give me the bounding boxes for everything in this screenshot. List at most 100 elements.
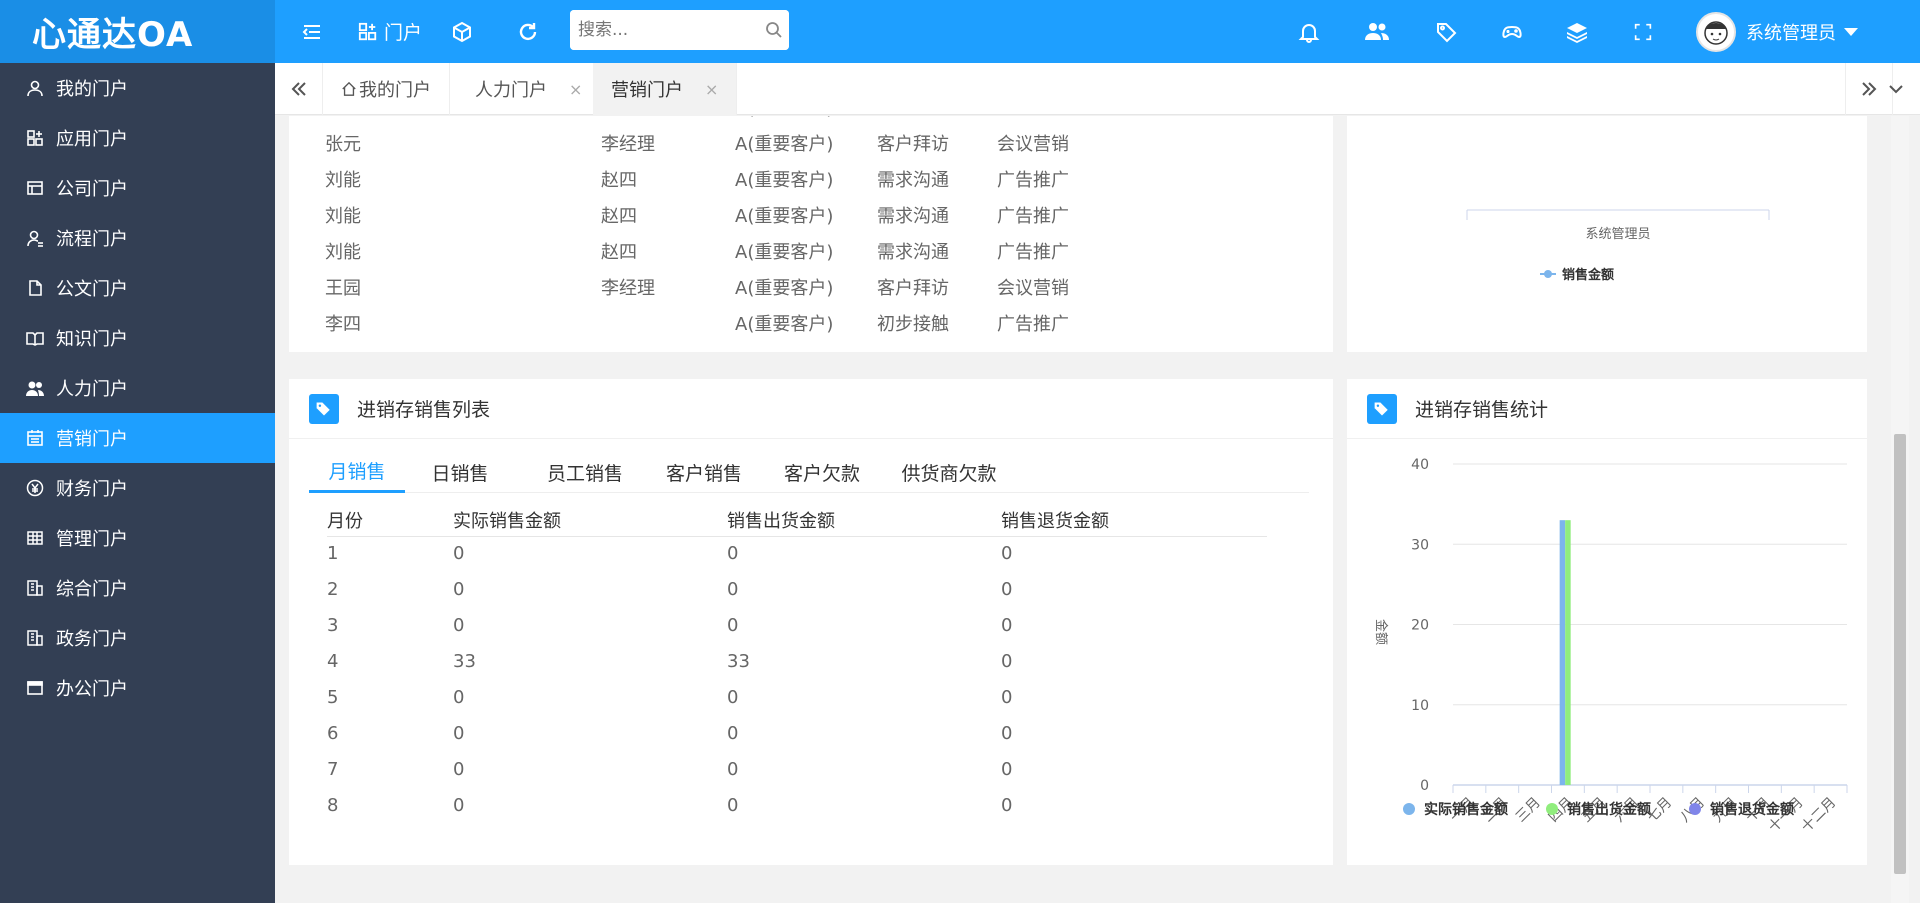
y-tick-label: 0 [1420, 778, 1429, 794]
tag-icon [309, 393, 339, 424]
refresh-button[interactable] [516, 0, 540, 63]
portal-content: 张元李经理A(重要客户)客户拜访会议营销张元李经理A(重要客户)客户拜访会议营销… [275, 116, 1891, 903]
sidebar-item-label: 流程门户 [56, 229, 128, 250]
customer-cell: 会议营销 [997, 134, 1069, 155]
customer-cell: 需求沟通 [877, 206, 949, 227]
customer-cell: 客户拜访 [877, 134, 949, 155]
customer-cell: 赵四 [601, 206, 637, 227]
contacts-button[interactable] [1364, 0, 1390, 63]
building-icon [26, 629, 44, 647]
notification-button[interactable] [1297, 0, 1321, 63]
fullscreen-button[interactable] [1632, 0, 1654, 63]
table-cell: 0 [453, 543, 465, 564]
sales-stats-chart: 010203040金额一月二月三月四月五月六月七月八月九月十月十一月十二月实际销… [1373, 457, 1848, 836]
sales-list-header: 进销存销售列表 [289, 379, 1333, 439]
x-tick-label: 三月 [1513, 795, 1544, 826]
sidebar-item[interactable]: 政务门户 [0, 613, 275, 663]
sidebar-item[interactable]: 人力门户 [0, 363, 275, 413]
sidebar-item[interactable]: 办公门户 [0, 663, 275, 713]
tab-bar: 我的门户 人力门户 × 营销门户 × [275, 63, 1920, 115]
menu-toggle-button[interactable] [292, 0, 332, 63]
table-header: 月份 实际销售金额 销售出货金额 销售退货金额 [327, 501, 1267, 537]
logo[interactable]: 心通达OA [0, 0, 275, 63]
sidebar-item[interactable]: 我的门户 [0, 63, 275, 113]
table-cell: 0 [727, 723, 739, 744]
column-header: 月份 [327, 511, 363, 532]
tag-icon [1437, 22, 1457, 42]
sidebar-item[interactable]: 营销门户 [0, 413, 275, 463]
x-tick-label: 十二月 [1798, 795, 1839, 836]
search-input[interactable] [570, 10, 789, 50]
sidebar-item[interactable]: 公司门户 [0, 163, 275, 213]
scrollbar-thumb[interactable] [1894, 434, 1906, 874]
subtab[interactable]: 员工销售 [525, 451, 645, 493]
company-icon [26, 179, 44, 197]
sidebar-item[interactable]: 财务门户 [0, 463, 275, 513]
customer-cell: A(重要客户) [735, 314, 834, 335]
legend-item-sales-amount[interactable]: 销售金额 [1540, 267, 1614, 283]
table-cell: 1 [327, 543, 339, 564]
sidebar-item-label: 我的门户 [56, 79, 128, 100]
chevron-down-icon [1889, 85, 1903, 94]
search-box[interactable] [570, 10, 789, 50]
bar[interactable] [1565, 520, 1571, 785]
user-menu[interactable]: 系统管理员 [1696, 0, 1858, 63]
table-cell: 5 [327, 687, 339, 708]
table-cell: 0 [1001, 615, 1013, 636]
sales-amount-chart: 金额 系统管理员 销售金额 [1466, 209, 1770, 283]
y-tick-label: 20 [1411, 618, 1429, 634]
tab-hr-portal[interactable]: 人力门户 × [457, 63, 602, 115]
customer-cell: 张元 [325, 134, 361, 155]
card-title: 进销存销售统计 [1415, 399, 1549, 421]
subtab[interactable]: 日销售 [405, 451, 515, 493]
customer-row: 王园 李经理 A(重要客户) 客户拜访 会议营销 [289, 274, 1333, 310]
search-icon[interactable] [765, 21, 783, 39]
close-icon[interactable]: × [705, 80, 718, 99]
legend-item[interactable]: 实际销售金额 [1403, 801, 1508, 818]
subtab[interactable]: 客户销售 [645, 451, 763, 493]
subtab[interactable]: 月销售 [309, 451, 405, 493]
tabs-menu-button[interactable] [1872, 63, 1920, 115]
cube-button[interactable] [450, 0, 474, 63]
table-cell: 2 [327, 579, 339, 600]
avatar-face-icon [1704, 20, 1728, 45]
sidebar-item-label: 政务门户 [56, 629, 128, 650]
portal-button[interactable]: 门户 [350, 0, 430, 63]
sidebar-item[interactable]: 知识门户 [0, 313, 275, 363]
subtab[interactable]: 客户欠款 [763, 451, 881, 493]
customer-cell: 广告推广 [997, 170, 1069, 191]
customer-row: 刘能 赵四 A(重要客户) 需求沟通 广告推广 [289, 166, 1333, 202]
sidebar-item-label: 人力门户 [56, 379, 128, 400]
x-tick-label: 系统管理员 [1585, 227, 1650, 242]
table-row: 6 0 0 0 [327, 717, 1267, 753]
tag-button[interactable] [1435, 0, 1459, 63]
sales-list-card: 进销存销售列表 月销售 日销售 员工销售 客户销售 客户欠款 供货商欠款 月份 实际销售金额… [289, 379, 1333, 865]
table-row: 1 0 0 0 [327, 537, 1267, 573]
customer-cell: 李经理 [601, 134, 655, 155]
sales-stats-card: 进销存销售统计 010203040金额一月二月三月四月五月六月七月八月九月十月十… [1347, 379, 1867, 865]
fullscreen-icon [1634, 23, 1652, 40]
legend-label: 销售出货金额 [1567, 801, 1651, 818]
legend-marker [1403, 803, 1415, 815]
sidebar-item[interactable]: 应用门户 [0, 113, 275, 163]
sidebar-item[interactable]: 管理门户 [0, 513, 275, 563]
table-row: 8 0 0 0 [327, 789, 1267, 825]
table-cell: 0 [1001, 543, 1013, 564]
subtab[interactable]: 供货商欠款 [881, 451, 1017, 493]
tab-my-portal[interactable]: 我的门户 [323, 63, 450, 115]
dashboard-button[interactable] [1500, 0, 1524, 63]
sidebar-item[interactable]: 综合门户 [0, 563, 275, 613]
page-scrollbar[interactable] [1891, 116, 1909, 903]
layers-button[interactable] [1565, 0, 1589, 63]
sidebar-item[interactable]: 流程门户 [0, 213, 275, 263]
close-icon[interactable]: × [569, 80, 582, 99]
bar[interactable] [1559, 520, 1566, 785]
menu-icon [302, 24, 320, 39]
customer-row: 刘能 赵四 A(重要客户) 需求沟通 广告推广 [289, 202, 1333, 238]
yen-icon [26, 479, 44, 497]
sidebar-item[interactable]: 公文门户 [0, 263, 275, 313]
table-cell: 33 [453, 651, 476, 672]
tabs-scroll-left-button[interactable] [275, 63, 323, 115]
cube-icon [453, 21, 471, 42]
tab-marketing-portal[interactable]: 营销门户 × [593, 63, 738, 115]
